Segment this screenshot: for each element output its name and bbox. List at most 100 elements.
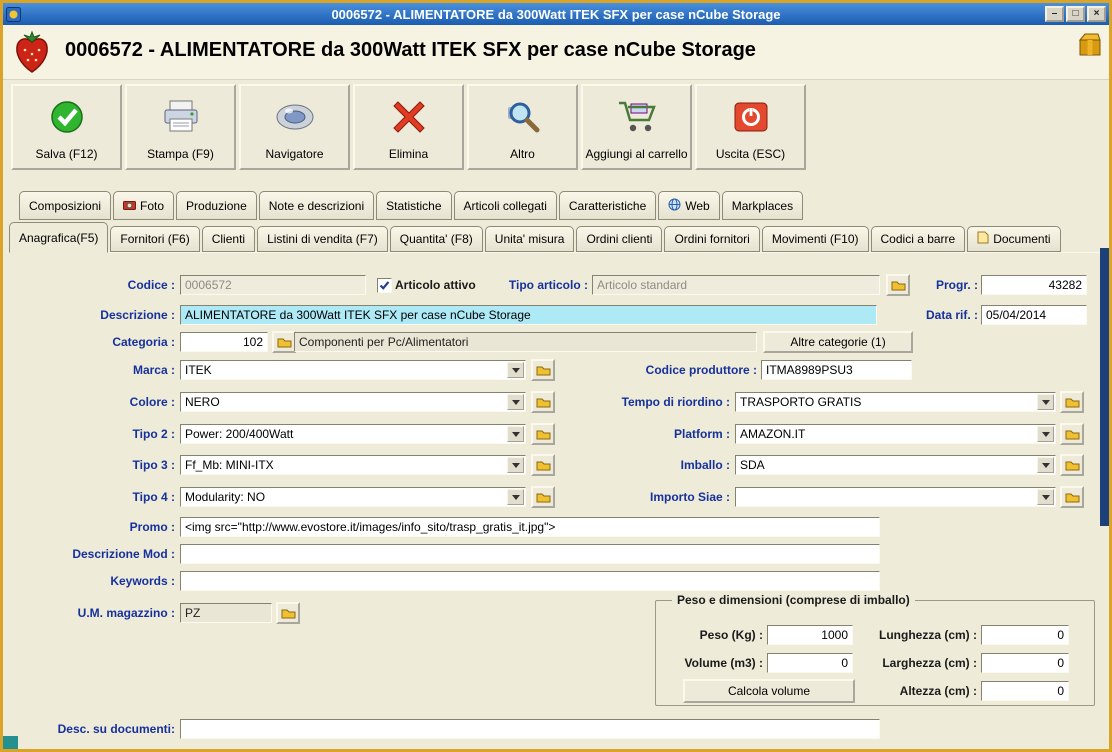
calcola-volume-button-label: Calcola volume	[727, 684, 811, 698]
desc-documenti-input[interactable]	[180, 719, 880, 739]
tipo-articolo-label: Tipo articolo :	[508, 278, 588, 292]
tab-movimenti[interactable]: Movimenti (F10)	[761, 226, 869, 252]
codice-produttore-label: Codice produttore :	[645, 363, 757, 377]
tab-articoli-collegati[interactable]: Articoli collegati	[453, 191, 557, 220]
um-magazzino-input[interactable]	[180, 603, 272, 623]
categoria-desc-field	[294, 332, 757, 352]
navigator-button[interactable]: Navigatore	[239, 84, 350, 170]
tab-caratteristiche[interactable]: Caratteristiche	[558, 191, 657, 220]
articolo-attivo-checkbox[interactable]	[377, 278, 392, 293]
descrizione-mod-input[interactable]	[180, 544, 880, 564]
importo-siae-combo[interactable]	[735, 487, 1056, 507]
larghezza-input[interactable]	[981, 653, 1069, 673]
calcola-volume-button[interactable]: Calcola volume	[683, 679, 855, 703]
tab-note-e-descrizioni[interactable]: Note e descrizioni	[258, 191, 375, 220]
tab-produzione[interactable]: Produzione	[176, 191, 257, 220]
tab-ordini-fornitori[interactable]: Ordini fornitori	[664, 226, 760, 252]
tab-statistiche[interactable]: Statistiche	[376, 191, 452, 220]
descrizione-input[interactable]	[180, 305, 877, 325]
tab-label: Web	[685, 198, 710, 213]
tab-documenti[interactable]: Documenti	[967, 226, 1061, 252]
tab-label: Anagrafica(F5)	[19, 230, 99, 245]
tipo-articolo-input[interactable]	[592, 275, 880, 295]
tipo4-combo[interactable]: Modularity: NO	[180, 487, 526, 507]
categoria-folder-button[interactable]	[272, 331, 296, 353]
marca-folder-button[interactable]	[531, 359, 555, 381]
tab-listini-di-vendita[interactable]: Listini di vendita (F7)	[257, 226, 388, 252]
close-button[interactable]: ×	[1087, 6, 1106, 22]
chevron-down-icon[interactable]	[1037, 489, 1054, 505]
tab-quantita[interactable]: Quantita' (F8)	[389, 226, 483, 252]
chevron-down-icon[interactable]	[507, 489, 524, 505]
tab-fornitori[interactable]: Fornitori (F6)	[110, 226, 200, 252]
chevron-down-icon[interactable]	[1037, 457, 1054, 473]
save-button[interactable]: Salva (F12)	[11, 84, 122, 170]
chevron-down-icon[interactable]	[507, 394, 524, 410]
power-stop-icon	[733, 92, 769, 141]
tab-composizioni[interactable]: Composizioni	[19, 191, 112, 220]
tempo-riordino-folder-button[interactable]	[1060, 391, 1084, 413]
data-rif-input[interactable]	[981, 305, 1087, 325]
promo-input[interactable]	[180, 517, 880, 537]
colore-label: Colore :	[129, 395, 175, 409]
tab-unita-misura[interactable]: Unita' misura	[484, 226, 575, 252]
peso-input[interactable]	[767, 625, 853, 645]
promo-label: Promo :	[129, 520, 175, 534]
colore-value: NERO	[185, 395, 220, 409]
chevron-down-icon[interactable]	[1037, 394, 1054, 410]
exit-button[interactable]: Uscita (ESC)	[695, 84, 806, 170]
minimize-button[interactable]: –	[1045, 6, 1064, 22]
tab-foto[interactable]: Foto	[113, 191, 175, 220]
tempo-riordino-combo[interactable]: TRASPORTO GRATIS	[735, 392, 1056, 412]
keywords-input[interactable]	[180, 571, 880, 591]
imballo-folder-button[interactable]	[1060, 454, 1084, 476]
chevron-down-icon[interactable]	[507, 362, 524, 378]
marca-combo[interactable]: ITEK	[180, 360, 526, 380]
maximize-button[interactable]: □	[1066, 6, 1085, 22]
chevron-down-icon[interactable]	[507, 457, 524, 473]
imballo-combo[interactable]: SDA	[735, 455, 1056, 475]
um-magazzino-folder-button[interactable]	[276, 602, 300, 624]
add-to-cart-button[interactable]: Aggiungi al carrello	[581, 84, 692, 170]
corner-decoration	[3, 736, 18, 749]
print-button[interactable]: Stampa (F9)	[125, 84, 236, 170]
folder-icon	[1065, 493, 1079, 503]
platform-combo[interactable]: AMAZON.IT	[735, 424, 1056, 444]
delete-button[interactable]: Elimina	[353, 84, 464, 170]
lunghezza-input[interactable]	[981, 625, 1069, 645]
tipo2-folder-button[interactable]	[531, 423, 555, 445]
altre-categorie-button[interactable]: Altre categorie (1)	[763, 331, 913, 353]
importo-siae-folder-button[interactable]	[1060, 486, 1084, 508]
codice-produttore-input[interactable]	[761, 360, 912, 380]
tipo3-folder-button[interactable]	[531, 454, 555, 476]
marca-value: ITEK	[185, 363, 212, 377]
chevron-down-icon[interactable]	[507, 426, 524, 442]
tempo-riordino-label: Tempo di riordino :	[621, 395, 730, 409]
application-window: 0006572 - ALIMENTATORE da 300Watt ITEK S…	[0, 0, 1112, 752]
volume-input[interactable]	[767, 653, 853, 673]
tab-clienti[interactable]: Clienti	[201, 226, 256, 252]
altezza-input[interactable]	[981, 681, 1069, 701]
tipo4-folder-button[interactable]	[531, 486, 555, 508]
colore-folder-button[interactable]	[531, 391, 555, 413]
colore-combo[interactable]: NERO	[180, 392, 526, 412]
tipo2-combo[interactable]: Power: 200/400Watt	[180, 424, 526, 444]
tab-label: Articoli collegati	[463, 198, 547, 213]
other-button[interactable]: Altro	[467, 84, 578, 170]
tipo3-combo[interactable]: Ff_Mb: MINI-ITX	[180, 455, 526, 475]
tab-ordini-clienti[interactable]: Ordini clienti	[576, 226, 663, 252]
chevron-down-icon[interactable]	[1037, 426, 1054, 442]
folder-icon	[1065, 461, 1079, 471]
tipo4-label: Tipo 4 :	[132, 490, 175, 504]
tab-codici-a-barre[interactable]: Codici a barre	[870, 226, 966, 252]
tab-web[interactable]: Web	[658, 191, 720, 220]
codice-input[interactable]	[180, 275, 366, 295]
progr-input[interactable]	[981, 275, 1087, 295]
tab-anagrafica[interactable]: Anagrafica(F5)	[9, 222, 109, 253]
categoria-code-input[interactable]	[180, 332, 268, 352]
tab-markplaces[interactable]: Markplaces	[721, 191, 804, 220]
folder-icon	[1065, 430, 1079, 440]
platform-folder-button[interactable]	[1060, 423, 1084, 445]
titlebar[interactable]: 0006572 - ALIMENTATORE da 300Watt ITEK S…	[3, 3, 1109, 25]
altezza-label: Altezza (cm) :	[899, 684, 977, 698]
